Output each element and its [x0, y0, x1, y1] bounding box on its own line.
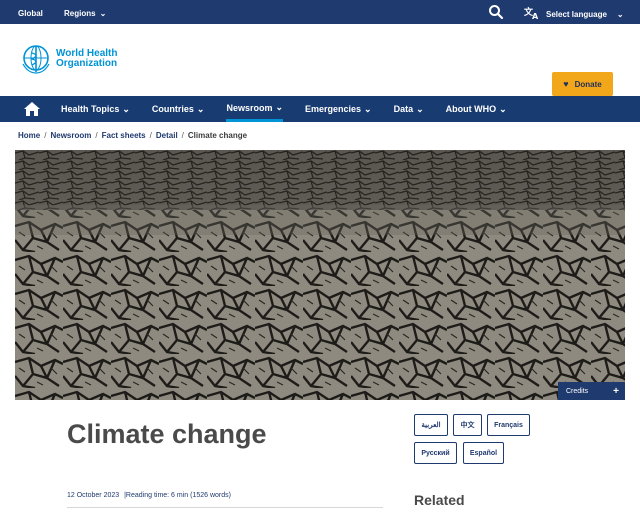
logo-line-2: Organization	[56, 58, 118, 69]
chevron-down-icon: ⌄	[499, 103, 507, 114]
site-header: World Health Organization ♥ Donate	[0, 24, 640, 96]
chevron-down-icon: ⌄	[364, 103, 372, 114]
who-logo[interactable]: World Health Organization	[20, 44, 117, 74]
breadcrumb-current: Climate change	[187, 131, 248, 140]
breadcrumb: Home / Newsroom / Fact sheets / Detail / Climate…	[18, 131, 248, 140]
breadcrumb-newsroom[interactable]: Newsroom	[50, 131, 91, 140]
main-nav: Health Topics ⌄ Countries ⌄ Newsroom ⌄ Emer…	[0, 96, 640, 122]
regions-dropdown[interactable]: Regions ⌄	[64, 9, 106, 18]
language-label: Select language	[546, 9, 607, 19]
divider	[67, 507, 383, 508]
chevron-down-icon: ⌄	[275, 102, 284, 112]
donate-label: Donate	[574, 79, 602, 89]
home-icon[interactable]	[18, 96, 46, 122]
search-icon[interactable]	[488, 4, 504, 20]
related-heading: Related	[414, 492, 465, 508]
chevron-down-icon: ⌄	[196, 103, 205, 114]
language-button-french[interactable]: Français	[487, 414, 530, 436]
nav-item-health-topics[interactable]: Health Topics ⌄	[61, 96, 130, 122]
nav-item-newsroom[interactable]: Newsroom ⌄	[226, 96, 284, 122]
chevron-down-icon: ⌄	[616, 9, 624, 19]
global-link[interactable]: Global	[18, 9, 43, 18]
hero-image: Credits +	[15, 150, 625, 400]
credits-button[interactable]: Credits +	[558, 382, 625, 400]
chevron-down-icon: ⌄	[99, 9, 107, 18]
language-selector[interactable]: 文A Select language ⌄	[523, 6, 624, 22]
svg-text:A: A	[532, 12, 539, 20]
regions-label: Regions	[64, 9, 96, 18]
translate-icon: 文A	[523, 6, 540, 22]
who-emblem-icon	[22, 45, 50, 74]
top-bar: Global Regions ⌄ 文A Select language ⌄	[0, 0, 640, 24]
plus-icon: +	[613, 385, 619, 397]
language-button-russian[interactable]: Русский	[414, 442, 457, 464]
language-button-spanish[interactable]: Español	[463, 442, 504, 464]
nav-item-countries[interactable]: Countries ⌄	[152, 96, 205, 122]
logo-text: World Health Organization	[56, 49, 117, 69]
cracked-earth-image	[15, 150, 625, 400]
nav-item-label: Health Topics	[61, 104, 120, 114]
article-meta: 12 October 2023 |Reading time: 6 min (15…	[67, 492, 231, 499]
breadcrumb-fact-sheets[interactable]: Fact sheets	[102, 131, 146, 140]
nav-item-emergencies[interactable]: Emergencies ⌄	[305, 96, 372, 122]
nav-item-data[interactable]: Data ⌄	[394, 96, 424, 122]
nav-item-label: Data	[393, 104, 414, 114]
breadcrumb-detail[interactable]: Detail	[156, 131, 178, 140]
donate-button[interactable]: ♥ Donate	[552, 72, 613, 96]
page-title: Climate change	[67, 419, 267, 449]
nav-item-label: Emergencies	[305, 104, 362, 114]
heart-icon: ♥	[563, 79, 569, 89]
nav-item-label: Newsroom	[226, 102, 273, 113]
language-button-arabic[interactable]: العربية	[414, 414, 448, 436]
nav-item-about-who[interactable]: About WHO ⌄	[446, 96, 507, 122]
nav-item-label: About WHO	[445, 104, 497, 114]
breadcrumb-home[interactable]: Home	[18, 131, 40, 140]
nav-item-label: Countries	[151, 104, 194, 114]
credits-label: Credits	[566, 387, 589, 395]
reading-time: |Reading time: 6 min (1526 words)	[124, 492, 231, 499]
language-button-chinese[interactable]: 中文	[453, 414, 482, 436]
chevron-down-icon: ⌄	[416, 103, 424, 114]
chevron-down-icon: ⌄	[122, 103, 130, 114]
article-date: 12 October 2023	[67, 492, 120, 499]
